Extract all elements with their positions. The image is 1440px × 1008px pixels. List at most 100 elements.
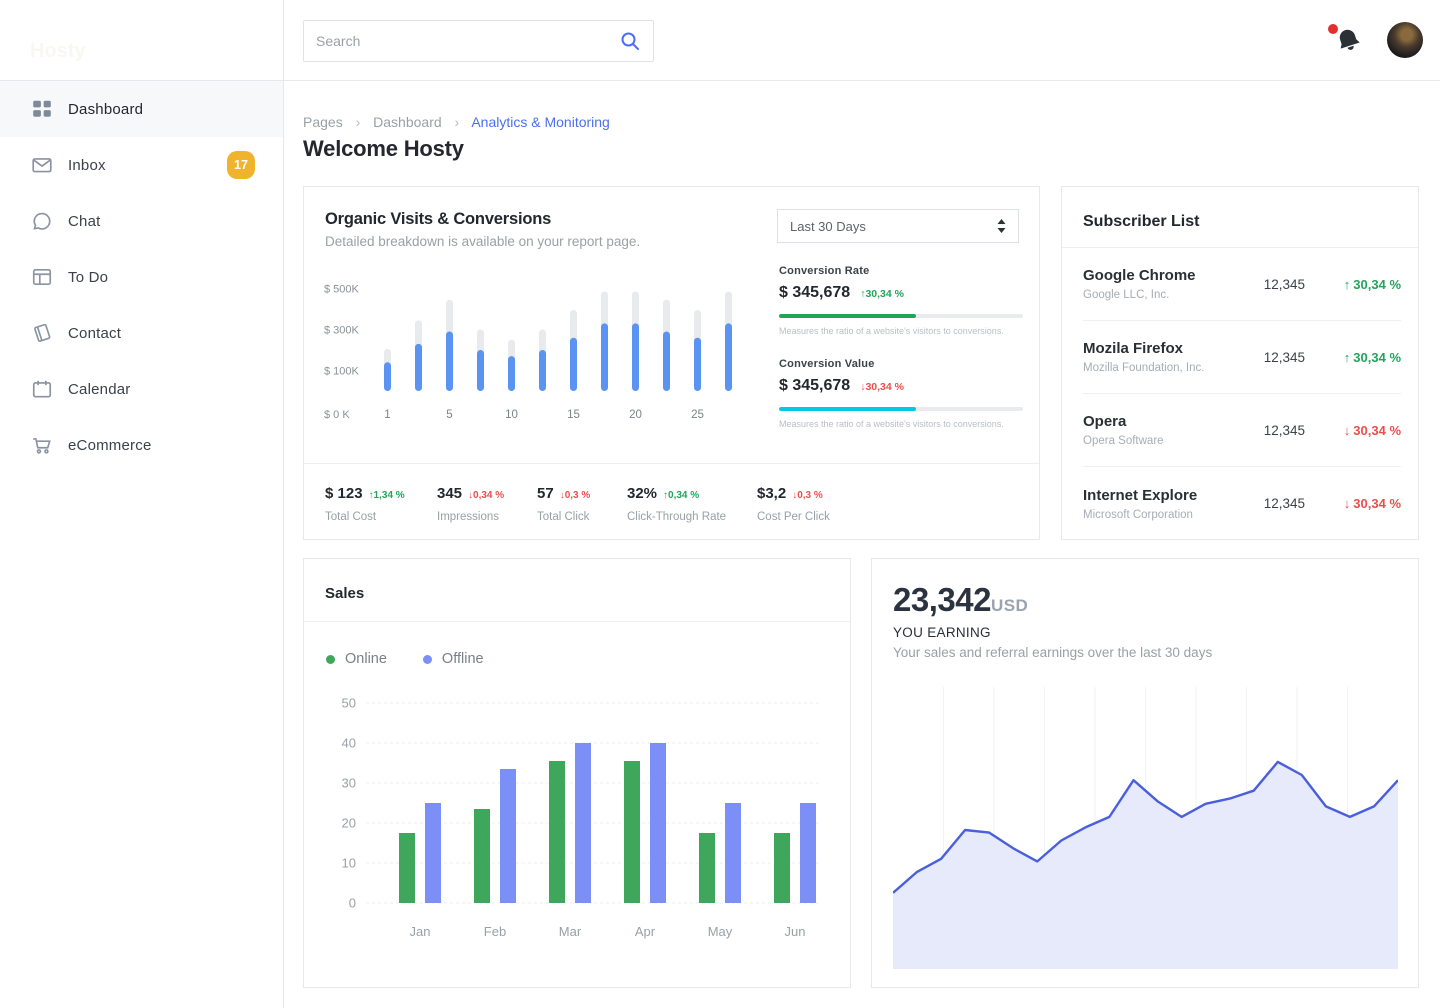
sidebar-item-todo[interactable]: To Do (0, 249, 283, 305)
legend-label-online: Online (345, 651, 387, 667)
sidebar: Dashboard Inbox 17 Chat To Do Contact (0, 81, 283, 1008)
stat-impressions: 345 0,34 % Impressions (437, 485, 537, 523)
subscriber-count: 12,345 (1247, 277, 1305, 292)
conversion-rate-metric: Conversion Rate $ 345,678 30,34 % Measur… (779, 265, 1023, 336)
card-divider (304, 463, 1039, 464)
svg-text:0: 0 (349, 896, 356, 911)
date-range-value: Last 30 Days (790, 219, 997, 234)
subscriber-company: Mozilla Foundation, Inc. (1083, 362, 1247, 374)
earnings-amount: 23,342 (893, 581, 991, 619)
stat-change: 0,34 % (468, 490, 504, 501)
list-item: Google Chrome Google LLC, Inc. 12,345 30… (1083, 248, 1401, 321)
metric-value: $ 345,678 (779, 377, 850, 395)
svg-text:$ 500K: $ 500K (324, 284, 360, 296)
stat-value: 32% (627, 485, 657, 502)
svg-text:50: 50 (342, 696, 356, 711)
svg-text:20: 20 (629, 409, 642, 421)
svg-text:15: 15 (567, 409, 580, 421)
sidebar-item-ecommerce[interactable]: eCommerce (0, 417, 283, 473)
subscriber-name: Opera (1083, 413, 1247, 430)
legend-dot-online (326, 655, 335, 664)
subscriber-change: 30,34 % (1315, 277, 1401, 292)
todo-icon (31, 266, 53, 288)
card-subtitle: Detailed breakdown is available on your … (325, 234, 640, 249)
sidebar-item-label: Inbox (68, 157, 106, 174)
metric-progress-track (779, 407, 1023, 411)
sidebar-divider (283, 0, 284, 1008)
breadcrumb-pages[interactable]: Pages (303, 114, 343, 130)
stat-value: $3,2 (757, 485, 786, 502)
sidebar-item-label: Calendar (68, 381, 130, 398)
metric-progress-fill (779, 407, 916, 411)
sidebar-item-label: To Do (68, 269, 108, 286)
svg-text:10: 10 (342, 856, 356, 871)
earnings-currency: USD (991, 596, 1028, 616)
sidebar-item-inbox[interactable]: Inbox 17 (0, 137, 283, 193)
list-item: Opera Opera Software 12,345 30,34 % (1083, 394, 1401, 467)
subscriber-rows: Google Chrome Google LLC, Inc. 12,345 30… (1083, 248, 1401, 540)
conversion-value-metric: Conversion Value $ 345,678 30,34 % Measu… (779, 358, 1023, 429)
legend-label-offline: Offline (442, 651, 484, 667)
search-box[interactable] (303, 20, 654, 62)
svg-text:Mar: Mar (559, 924, 582, 939)
app-logo: Hosty (30, 40, 86, 63)
metric-progress-track (779, 314, 1023, 318)
date-range-select[interactable]: Last 30 Days (777, 209, 1019, 243)
subscriber-change: 30,34 % (1315, 423, 1401, 438)
earnings-area-chart (893, 687, 1398, 970)
metric-value: $ 345,678 (779, 284, 850, 302)
subscriber-change: 30,34 % (1315, 496, 1401, 511)
subscriber-name: Mozila Firefox (1083, 340, 1247, 357)
stat-label: Total Cost (325, 511, 437, 523)
subscriber-name: Google Chrome (1083, 267, 1247, 284)
stat-value: 57 (537, 485, 554, 502)
svg-text:$ 300K: $ 300K (324, 325, 360, 337)
subscriber-name: Internet Explore (1083, 487, 1247, 504)
search-icon[interactable] (619, 30, 641, 52)
svg-text:Feb: Feb (484, 924, 506, 939)
card-title: Subscriber List (1083, 213, 1199, 231)
earnings-label: YOU EARNING (893, 625, 991, 640)
trend-arrow-icon (1344, 277, 1351, 292)
svg-text:40: 40 (342, 736, 356, 751)
breadcrumb-separator: › (356, 114, 361, 130)
sidebar-item-dashboard[interactable]: Dashboard (0, 81, 283, 137)
breadcrumb-analytics[interactable]: Analytics & Monitoring (471, 114, 610, 130)
svg-text:Apr: Apr (635, 924, 656, 939)
list-item: Mozila Firefox Mozilla Foundation, Inc. … (1083, 321, 1401, 394)
stat-total-cost: $ 123 1,34 % Total Cost (325, 485, 437, 523)
sidebar-item-chat[interactable]: Chat (0, 193, 283, 249)
updown-arrows-icon (997, 219, 1006, 233)
svg-text:30: 30 (342, 776, 356, 791)
contact-icon (31, 322, 53, 344)
breadcrumb-dashboard[interactable]: Dashboard (373, 114, 442, 130)
subscriber-company: Opera Software (1083, 435, 1247, 447)
notifications-button[interactable] (1328, 22, 1362, 58)
breadcrumb-separator: › (455, 114, 460, 130)
conversion-metrics: Conversion Rate $ 345,678 30,34 % Measur… (779, 265, 1023, 451)
subscriber-count: 12,345 (1247, 423, 1305, 438)
sidebar-item-label: eCommerce (68, 437, 152, 454)
search-input[interactable] (316, 33, 619, 49)
organic-bar-chart: $ 500K$ 300K$ 100K$ 0 K1510152025 (322, 277, 772, 425)
stat-change: 0,3 % (560, 490, 591, 501)
card-divider (304, 621, 850, 622)
svg-text:$ 0 K: $ 0 K (324, 409, 350, 421)
metric-caption: Measures the ratio of a website's visito… (779, 326, 1023, 336)
metric-progress-fill (779, 314, 916, 318)
sidebar-item-calendar[interactable]: Calendar (0, 361, 283, 417)
user-avatar[interactable] (1387, 22, 1423, 58)
cart-icon (31, 434, 53, 456)
grid-icon (31, 98, 53, 120)
sidebar-item-contact[interactable]: Contact (0, 305, 283, 361)
sales-legend: Online Offline (326, 651, 520, 667)
inbox-unread-badge: 17 (227, 151, 255, 179)
metric-change: 30,34 % (860, 381, 904, 393)
campaign-stats-row: $ 123 1,34 % Total Cost 345 0,34 % Impre… (325, 485, 1029, 523)
trend-arrow-icon (1344, 350, 1351, 365)
earnings-caption: Your sales and referral earnings over th… (893, 645, 1212, 660)
stat-change: 0,34 % (663, 490, 699, 501)
stat-value: $ 123 (325, 485, 363, 502)
stat-cost-per-click: $3,2 0,3 % Cost Per Click (757, 485, 907, 523)
earnings-card: 23,342 USD YOU EARNING Your sales and re… (871, 558, 1419, 988)
